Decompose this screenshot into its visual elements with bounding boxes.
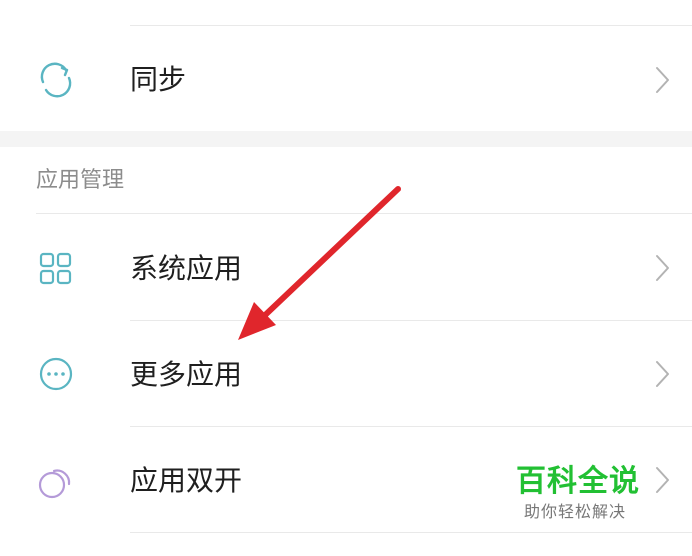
more-apps-row[interactable]: 更多应用 [0, 321, 692, 425]
sync-row[interactable]: 同步 [0, 28, 692, 132]
grid-apps-icon [39, 252, 72, 285]
chevron-right-icon [656, 67, 669, 93]
sync-icon [40, 62, 72, 98]
chevron-right-icon [656, 255, 669, 281]
section-gap [0, 131, 692, 147]
more-dots-icon [39, 357, 73, 391]
sync-label: 同步 [130, 63, 187, 96]
section-divider [36, 213, 692, 214]
chevron-right-icon [656, 467, 669, 493]
dual-apps-label: 应用双开 [130, 464, 243, 497]
dual-apps-icon [38, 469, 71, 499]
section-title: 应用管理 [36, 168, 125, 193]
watermark-title: 百科全说 [516, 464, 640, 499]
system-apps-row[interactable]: 系统应用 [0, 215, 692, 319]
row-divider [130, 532, 692, 533]
system-apps-label: 系统应用 [130, 252, 243, 285]
top-divider [130, 25, 692, 26]
chevron-right-icon [656, 361, 669, 387]
watermark-subtitle: 助你轻松解决 [524, 502, 627, 521]
more-apps-label: 更多应用 [130, 358, 243, 391]
